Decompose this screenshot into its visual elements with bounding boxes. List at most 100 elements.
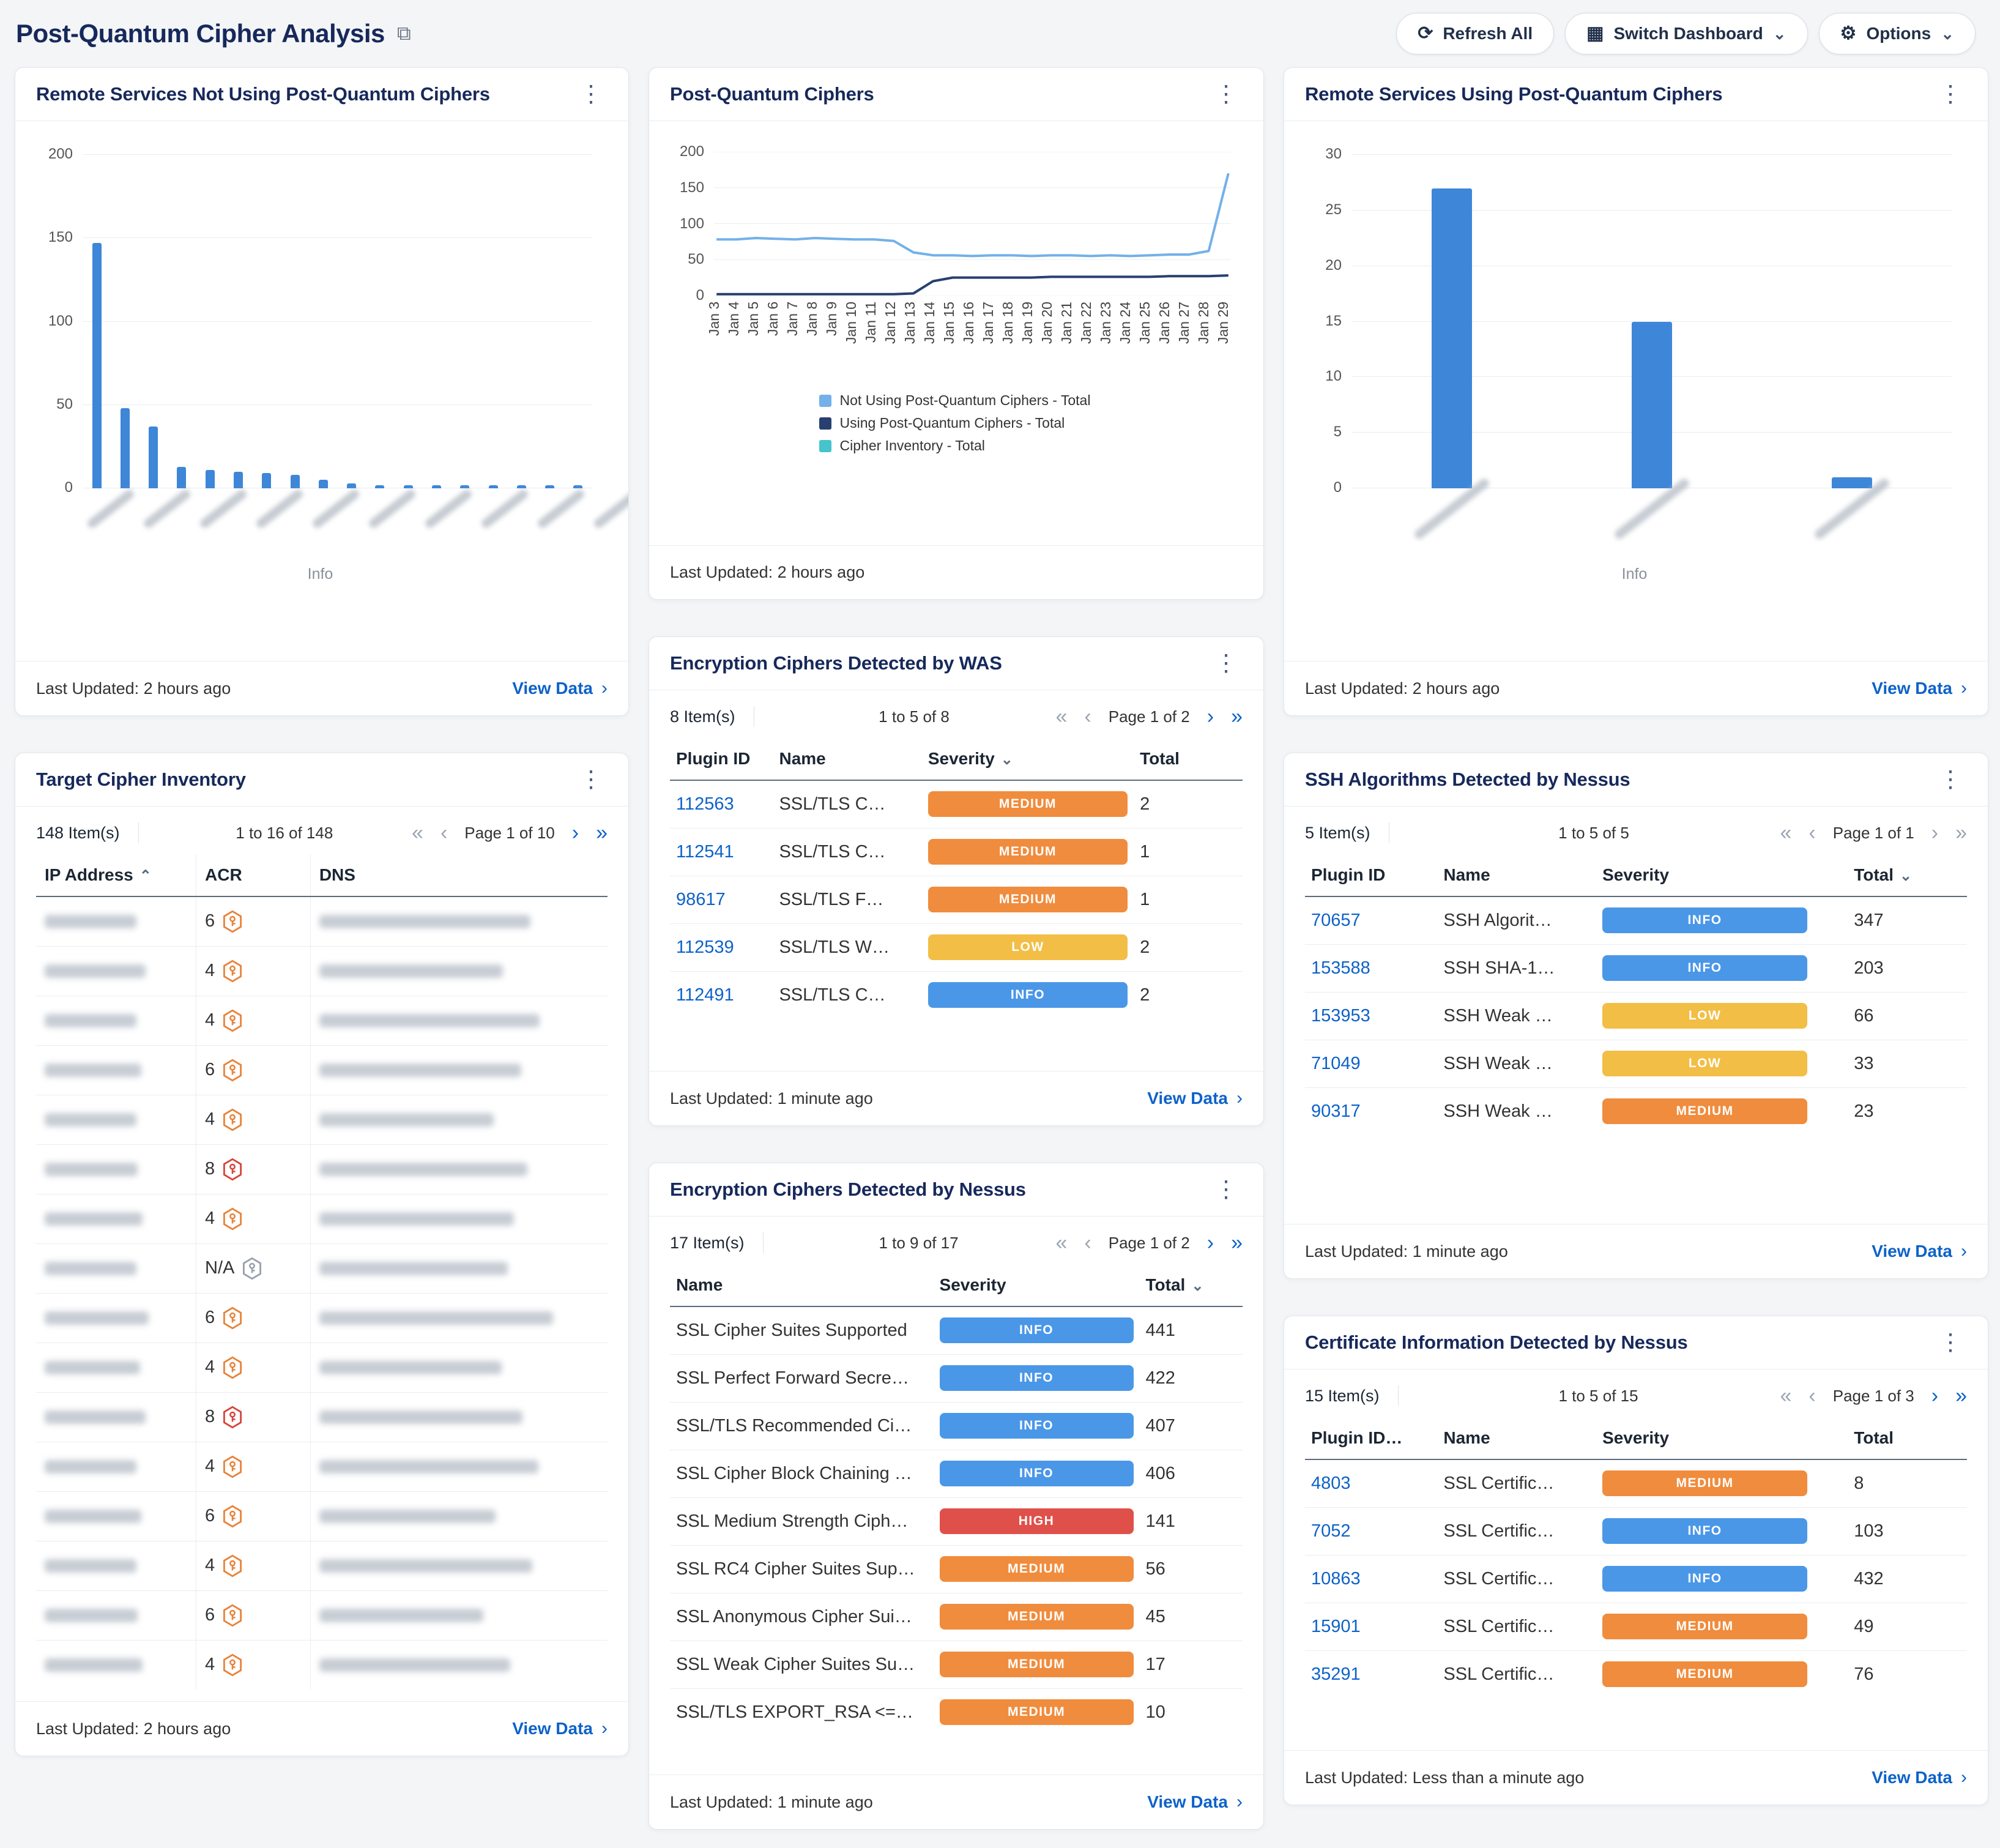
kebab-menu-icon[interactable]: ⋮ — [1210, 652, 1243, 675]
column-header[interactable]: Name — [1437, 854, 1596, 896]
column-header[interactable]: Name — [670, 1264, 934, 1306]
bar[interactable] — [489, 485, 498, 488]
column-header[interactable]: Total⌄ — [1848, 854, 1967, 896]
ip-cell[interactable] — [36, 1442, 196, 1491]
column-header[interactable]: Total — [1134, 738, 1243, 780]
dns-cell[interactable] — [310, 896, 608, 946]
column-header[interactable]: Plugin ID — [670, 738, 773, 780]
plugin-id-link[interactable]: 112539 — [670, 923, 773, 971]
dns-cell[interactable] — [310, 1541, 608, 1590]
ip-cell[interactable] — [36, 1640, 196, 1690]
plugin-id-link[interactable]: 71049 — [1305, 1040, 1437, 1087]
bar[interactable] — [1632, 322, 1672, 489]
next-page-button[interactable]: › — [1931, 822, 1938, 843]
next-page-button[interactable]: › — [1207, 706, 1214, 727]
first-page-button[interactable]: « — [1056, 706, 1068, 727]
plugin-id-link[interactable]: 4803 — [1305, 1459, 1437, 1507]
bar[interactable] — [92, 243, 102, 488]
kebab-menu-icon[interactable]: ⋮ — [1210, 83, 1243, 106]
last-page-button[interactable]: » — [1955, 822, 1967, 843]
dns-cell[interactable] — [310, 1392, 608, 1442]
prev-page-button[interactable]: ‹ — [1084, 706, 1091, 727]
kebab-menu-icon[interactable]: ⋮ — [1934, 768, 1967, 791]
dns-cell[interactable] — [310, 1293, 608, 1343]
dns-cell[interactable] — [310, 1194, 608, 1243]
dns-cell[interactable] — [310, 1243, 608, 1293]
bar[interactable] — [347, 483, 356, 488]
column-header[interactable]: Severity — [1596, 1417, 1848, 1459]
plugin-id-link[interactable]: 112491 — [670, 971, 773, 1019]
view-data-link[interactable]: View Data › — [512, 679, 608, 698]
last-page-button[interactable]: » — [1955, 1385, 1967, 1406]
last-page-button[interactable]: » — [1231, 706, 1243, 727]
dns-cell[interactable] — [310, 1045, 608, 1095]
plugin-id-link[interactable]: 10863 — [1305, 1555, 1437, 1603]
kebab-menu-icon[interactable]: ⋮ — [1934, 1331, 1967, 1354]
plugin-id-link[interactable]: 153588 — [1305, 944, 1437, 992]
plugin-id-link[interactable]: 98617 — [670, 876, 773, 923]
bar[interactable] — [545, 485, 554, 488]
copy-icon[interactable]: ⧉ — [397, 22, 411, 45]
dns-cell[interactable] — [310, 1491, 608, 1541]
ip-cell[interactable] — [36, 996, 196, 1045]
first-page-button[interactable]: « — [1780, 1385, 1792, 1406]
last-page-button[interactable]: » — [596, 822, 608, 843]
column-header[interactable]: Severity — [1596, 854, 1848, 896]
bar[interactable] — [206, 470, 215, 488]
bar[interactable] — [121, 408, 130, 488]
ip-cell[interactable] — [36, 896, 196, 946]
next-page-button[interactable]: › — [572, 822, 579, 843]
column-header[interactable]: IP Address⌃ — [36, 854, 196, 896]
next-page-button[interactable]: › — [1931, 1385, 1938, 1406]
dns-cell[interactable] — [310, 1095, 608, 1144]
kebab-menu-icon[interactable]: ⋮ — [1210, 1178, 1243, 1201]
prev-page-button[interactable]: ‹ — [1809, 822, 1815, 843]
bar[interactable] — [460, 485, 469, 488]
dns-cell[interactable] — [310, 1640, 608, 1690]
ip-cell[interactable] — [36, 1194, 196, 1243]
bar[interactable] — [234, 472, 243, 488]
ip-cell[interactable] — [36, 1144, 196, 1194]
column-header[interactable]: Total — [1848, 1417, 1967, 1459]
plugin-id-link[interactable]: 70657 — [1305, 896, 1437, 944]
first-page-button[interactable]: « — [412, 822, 423, 843]
plugin-id-link[interactable]: 15901 — [1305, 1603, 1437, 1650]
last-page-button[interactable]: » — [1231, 1232, 1243, 1253]
view-data-link[interactable]: View Data › — [1147, 1792, 1243, 1812]
bar[interactable] — [432, 485, 441, 488]
plugin-id-link[interactable]: 90317 — [1305, 1087, 1437, 1135]
ip-cell[interactable] — [36, 946, 196, 996]
dns-cell[interactable] — [310, 946, 608, 996]
ip-cell[interactable] — [36, 1392, 196, 1442]
bar[interactable] — [149, 427, 158, 488]
ip-cell[interactable] — [36, 1095, 196, 1144]
column-header[interactable]: ACR — [196, 854, 311, 896]
first-page-button[interactable]: « — [1056, 1232, 1068, 1253]
column-header[interactable]: Name — [1437, 1417, 1596, 1459]
column-header[interactable]: Plugin ID… — [1305, 1417, 1437, 1459]
dns-cell[interactable] — [310, 1144, 608, 1194]
bar[interactable] — [404, 485, 413, 488]
ip-cell[interactable] — [36, 1243, 196, 1293]
column-header[interactable]: Plugin ID — [1305, 854, 1437, 896]
bar[interactable] — [1432, 188, 1472, 489]
options-button[interactable]: ⚙ Options ⌄ — [1819, 13, 1976, 54]
switch-dashboard-button[interactable]: ▦ Switch Dashboard ⌄ — [1565, 13, 1807, 54]
column-header[interactable]: Severity — [934, 1264, 1140, 1306]
kebab-menu-icon[interactable]: ⋮ — [574, 83, 608, 106]
view-data-link[interactable]: View Data › — [1872, 679, 1967, 698]
bar[interactable] — [262, 473, 271, 488]
dns-cell[interactable] — [310, 1590, 608, 1640]
prev-page-button[interactable]: ‹ — [1809, 1385, 1815, 1406]
column-header[interactable]: Name — [773, 738, 921, 780]
plugin-id-link[interactable]: 153953 — [1305, 992, 1437, 1040]
prev-page-button[interactable]: ‹ — [1084, 1232, 1091, 1253]
plugin-id-link[interactable]: 7052 — [1305, 1507, 1437, 1555]
bar[interactable] — [319, 480, 328, 488]
ip-cell[interactable] — [36, 1293, 196, 1343]
ip-cell[interactable] — [36, 1343, 196, 1392]
next-page-button[interactable]: › — [1207, 1232, 1214, 1253]
prev-page-button[interactable]: ‹ — [441, 822, 447, 843]
ip-cell[interactable] — [36, 1590, 196, 1640]
column-header[interactable]: DNS — [310, 854, 608, 896]
